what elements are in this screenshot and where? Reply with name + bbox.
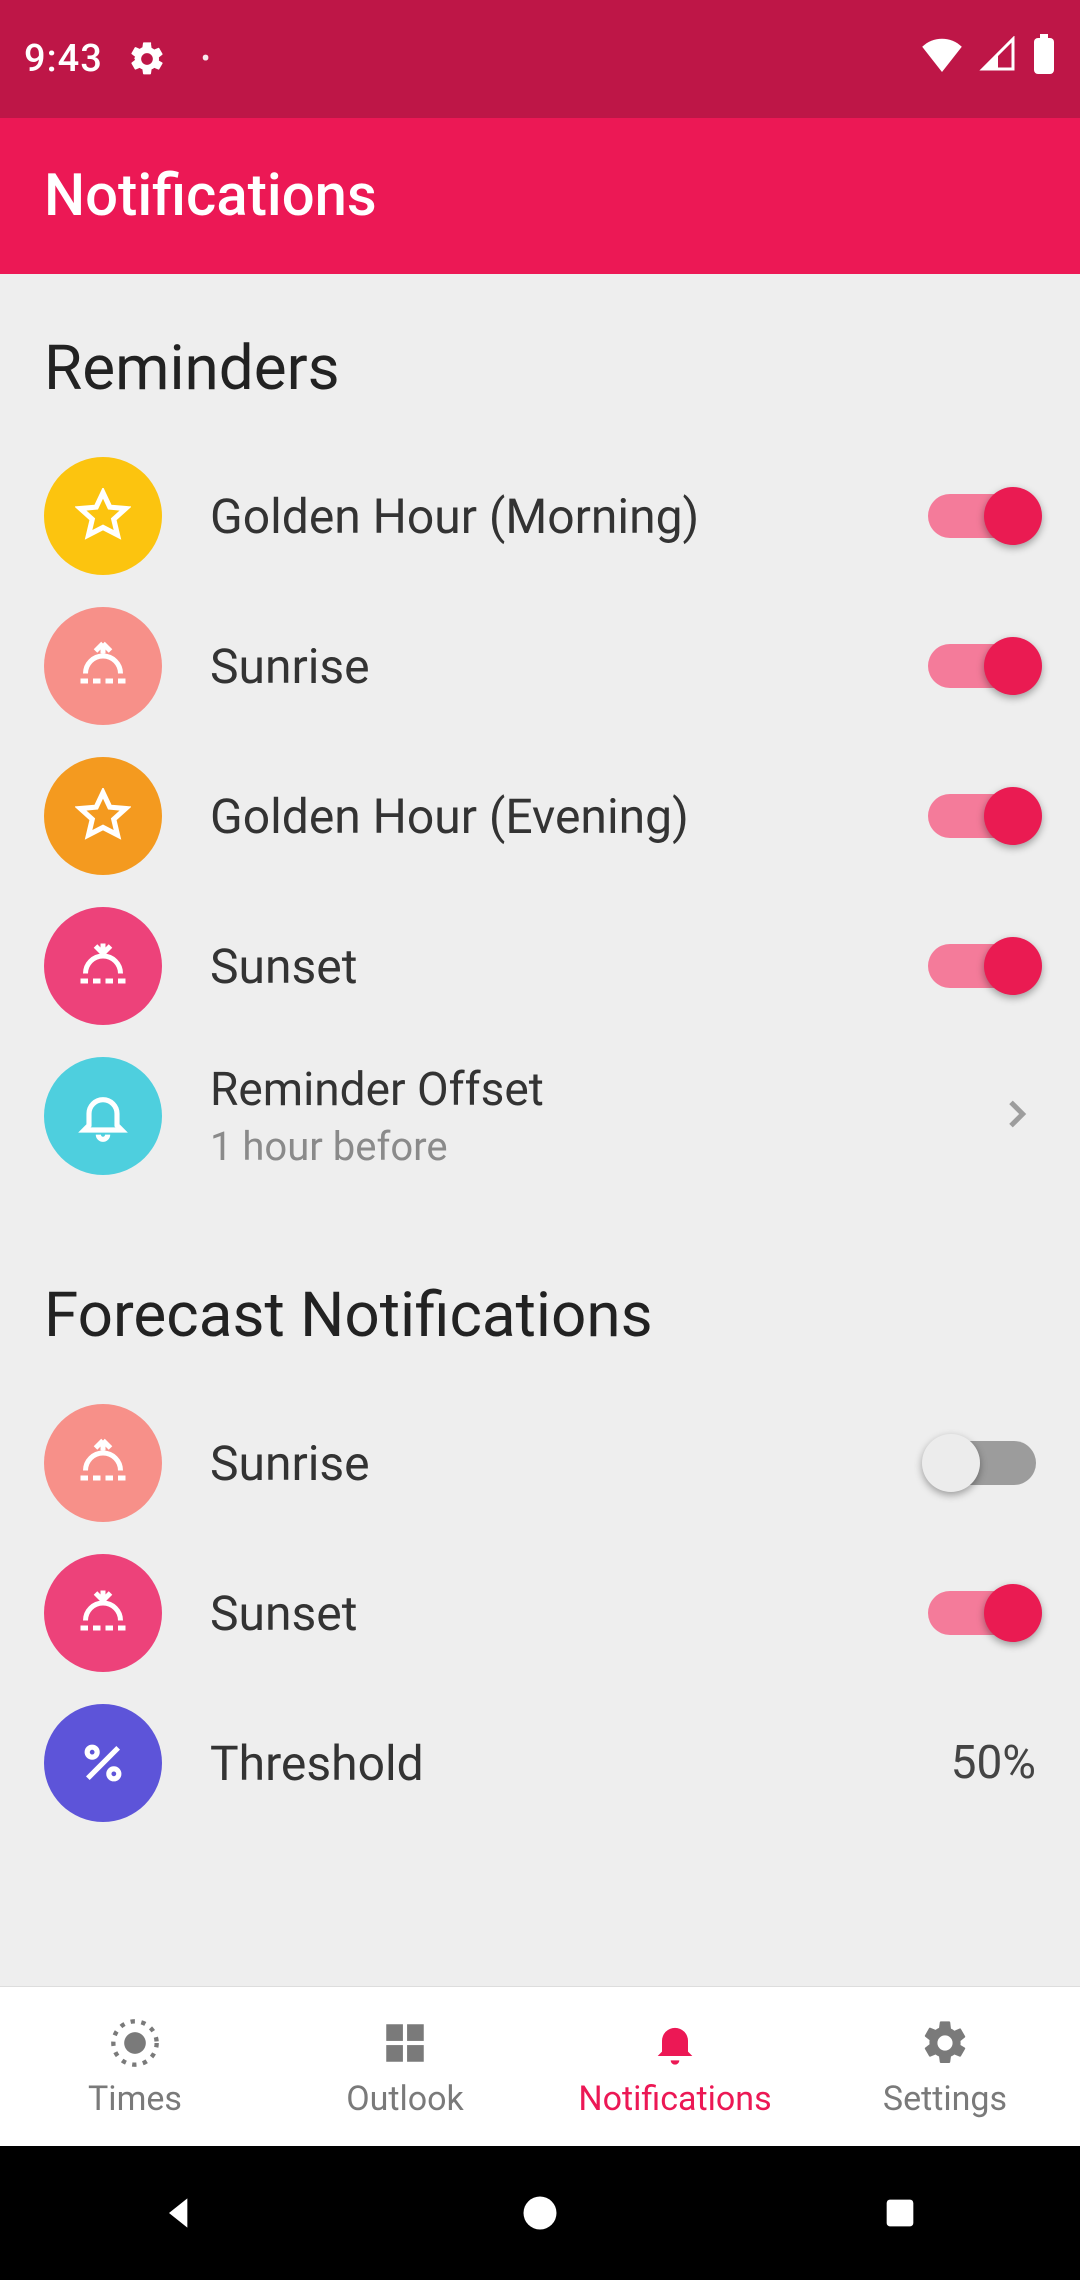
app-header: Notifications — [0, 118, 1080, 274]
gear-icon — [919, 2015, 971, 2071]
tab-notifications[interactable]: Notifications — [540, 1987, 810, 2146]
row-reminder-offset[interactable]: Reminder Offset 1 hour before — [44, 1041, 1036, 1191]
status-dot-icon: • — [201, 45, 210, 73]
tab-outlook[interactable]: Outlook — [270, 1987, 540, 2146]
sunrise-icon — [44, 607, 162, 725]
toggle-golden-hour-evening[interactable] — [928, 794, 1036, 838]
bell-icon — [44, 1057, 162, 1175]
row-sublabel: 1 hour before — [210, 1123, 996, 1170]
system-nav-bar — [0, 2146, 1080, 2280]
row-golden-hour-evening[interactable]: Golden Hour (Evening) — [44, 741, 1036, 891]
wifi-icon — [920, 36, 964, 82]
row-label: Sunset — [210, 938, 928, 995]
nav-recent-button[interactable] — [860, 2173, 940, 2253]
sunrise-icon — [44, 1404, 162, 1522]
row-sunset-reminder[interactable]: Sunset — [44, 891, 1036, 1041]
percent-icon — [44, 1704, 162, 1822]
tab-label: Settings — [883, 2079, 1007, 2119]
toggle-sunset-reminder[interactable] — [928, 944, 1036, 988]
row-threshold[interactable]: Threshold 50% — [44, 1688, 1036, 1838]
tab-label: Times — [88, 2079, 182, 2119]
tab-label: Outlook — [346, 2079, 464, 2119]
sunset-icon — [44, 907, 162, 1025]
status-time: 9:43 — [24, 37, 103, 81]
cell-signal-icon — [978, 36, 1018, 82]
bell-icon — [649, 2015, 701, 2071]
chevron-right-icon — [996, 1085, 1036, 1148]
toggle-sunset-forecast[interactable] — [928, 1591, 1036, 1635]
row-sunset-forecast[interactable]: Sunset — [44, 1538, 1036, 1688]
toggle-sunrise-forecast[interactable] — [928, 1441, 1036, 1485]
row-label: Sunrise — [210, 1435, 928, 1492]
toggle-golden-hour-morning[interactable] — [928, 494, 1036, 538]
battery-icon — [1032, 34, 1056, 84]
row-label: Golden Hour (Evening) — [210, 788, 928, 845]
content-scroll[interactable]: Reminders Golden Hour (Morning) Sunrise — [0, 274, 1080, 1986]
star-icon — [44, 457, 162, 575]
row-label: Golden Hour (Morning) — [210, 488, 928, 545]
row-label: Threshold — [210, 1735, 951, 1792]
row-label: Sunrise — [210, 638, 928, 695]
tab-settings[interactable]: Settings — [810, 1987, 1080, 2146]
status-right — [920, 34, 1056, 84]
row-golden-hour-morning[interactable]: Golden Hour (Morning) — [44, 441, 1036, 591]
nav-back-button[interactable] — [140, 2173, 220, 2253]
row-label: Sunset — [210, 1585, 928, 1642]
sunset-icon — [44, 1554, 162, 1672]
status-bar: 9:43 • — [0, 0, 1080, 118]
tab-times[interactable]: Times — [0, 1987, 270, 2146]
star-icon — [44, 757, 162, 875]
sun-icon — [109, 2015, 161, 2071]
section-title-forecast: Forecast Notifications — [44, 1279, 1036, 1352]
section-title-reminders: Reminders — [44, 332, 1036, 405]
settings-system-icon — [127, 39, 167, 79]
page-title: Notifications — [44, 162, 377, 230]
dashboard-icon — [380, 2015, 430, 2071]
tab-bar: Times Outlook Notifications Settings — [0, 1986, 1080, 2146]
threshold-value: 50% — [951, 1736, 1036, 1790]
tab-label: Notifications — [578, 2079, 771, 2119]
row-label: Reminder Offset — [210, 1063, 996, 1117]
row-sunrise-forecast[interactable]: Sunrise — [44, 1388, 1036, 1538]
toggle-sunrise-reminder[interactable] — [928, 644, 1036, 688]
nav-home-button[interactable] — [500, 2173, 580, 2253]
status-left: 9:43 • — [24, 37, 210, 81]
row-sunrise-reminder[interactable]: Sunrise — [44, 591, 1036, 741]
